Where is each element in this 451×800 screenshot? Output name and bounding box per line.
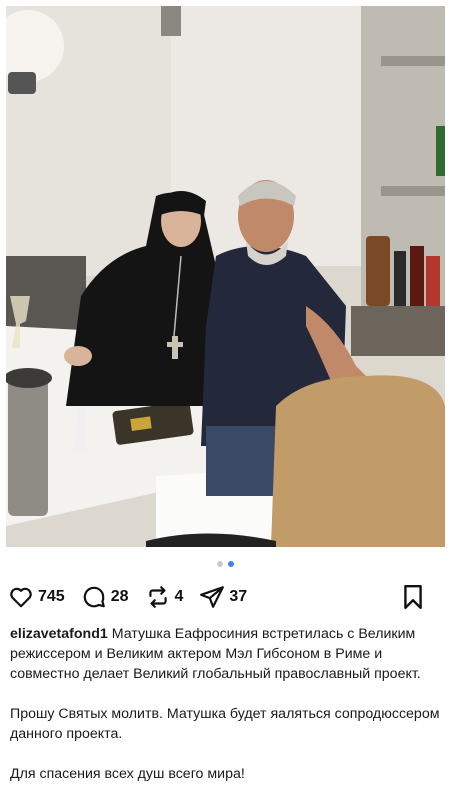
share-count: 37	[229, 588, 248, 605]
share-button[interactable]: 37	[199, 584, 247, 610]
action-bar: 745 28 4 37	[8, 584, 441, 610]
comment-bubble-icon	[83, 586, 105, 608]
paper-plane-icon	[200, 586, 225, 608]
repost-arrows-icon	[148, 586, 167, 608]
comment-button[interactable]: 28	[81, 584, 129, 610]
carousel-dot-active[interactable]	[228, 561, 234, 567]
heart-icon	[10, 587, 32, 608]
repost-button[interactable]: 4	[145, 584, 184, 610]
repost-count: 4	[174, 588, 184, 605]
post-photo[interactable]	[6, 6, 445, 547]
carousel-indicator	[0, 561, 451, 569]
caption-paragraph-3: Для спасения всех душ всего мира!	[10, 766, 245, 782]
bookmark-icon	[404, 584, 422, 610]
post-caption: elizavetafond1 Матушка Еафросиния встрет…	[10, 624, 440, 800]
like-button[interactable]: 745	[8, 584, 65, 610]
caption-paragraph-1: elizavetafond1 Матушка Еафросиния встрет…	[10, 624, 440, 684]
save-button[interactable]	[401, 584, 425, 610]
username[interactable]: elizavetafond1	[10, 626, 108, 642]
like-count: 745	[38, 588, 65, 605]
photo-illustration	[6, 6, 445, 547]
caption-paragraph-2: Прошу Святых молитв. Матушка будет яалят…	[10, 706, 440, 742]
comment-count: 28	[110, 588, 129, 605]
carousel-dot[interactable]	[217, 561, 223, 567]
